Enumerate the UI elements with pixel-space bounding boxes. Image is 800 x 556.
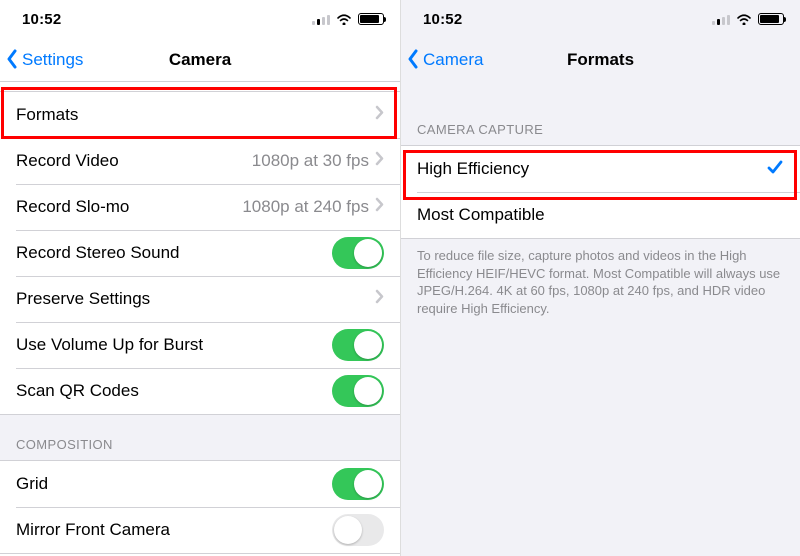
record-stereo-row[interactable]: Record Stereo Sound	[0, 230, 400, 276]
cellular-signal-icon	[312, 13, 330, 25]
status-indicators	[312, 13, 384, 25]
row-label: Preserve Settings	[16, 289, 150, 309]
nav-bar: Camera Formats	[401, 38, 800, 82]
grid-toggle[interactable]	[332, 468, 384, 500]
volume-burst-row[interactable]: Use Volume Up for Burst	[0, 322, 400, 368]
grid-row[interactable]: Grid	[0, 461, 400, 507]
status-time: 10:52	[423, 11, 462, 28]
row-label: Record Slo-mo	[16, 197, 129, 217]
camera-settings-group: Formats Record Video 1080p at 30 fps Rec…	[0, 91, 400, 415]
cellular-signal-icon	[712, 13, 730, 25]
high-efficiency-row[interactable]: High Efficiency	[401, 146, 800, 192]
formats-footer-text: To reduce file size, capture photos and …	[401, 239, 800, 333]
nav-bar: Settings Camera	[0, 38, 400, 82]
most-compatible-row[interactable]: Most Compatible	[401, 192, 800, 238]
formats-options-group: High Efficiency Most Compatible	[401, 145, 800, 239]
composition-header: Composition	[0, 415, 400, 460]
row-label: Formats	[16, 105, 78, 125]
status-indicators	[712, 13, 784, 25]
row-label: Grid	[16, 474, 48, 494]
row-detail: 1080p at 30 fps	[252, 151, 369, 171]
status-time: 10:52	[22, 11, 61, 28]
status-bar: 10:52	[401, 0, 800, 38]
chevron-right-icon	[375, 151, 384, 171]
wifi-icon	[736, 13, 752, 25]
stereo-toggle[interactable]	[332, 237, 384, 269]
mirror-front-row[interactable]: Mirror Front Camera	[0, 507, 400, 553]
mirror-toggle[interactable]	[332, 514, 384, 546]
preserve-settings-row[interactable]: Preserve Settings	[0, 276, 400, 322]
row-label: Record Stereo Sound	[16, 243, 180, 263]
chevron-right-icon	[375, 105, 384, 125]
wifi-icon	[336, 13, 352, 25]
chevron-right-icon	[375, 197, 384, 217]
row-label: Mirror Front Camera	[16, 520, 170, 540]
back-label: Settings	[22, 50, 83, 70]
row-label: Record Video	[16, 151, 119, 171]
back-button[interactable]: Camera	[407, 38, 483, 82]
row-detail: 1080p at 240 fps	[242, 197, 369, 217]
record-video-row[interactable]: Record Video 1080p at 30 fps	[0, 138, 400, 184]
scan-qr-row[interactable]: Scan QR Codes	[0, 368, 400, 414]
volume-burst-toggle[interactable]	[332, 329, 384, 361]
checkmark-icon	[766, 158, 784, 181]
chevron-left-icon	[6, 49, 20, 71]
back-button[interactable]: Settings	[6, 38, 83, 82]
formats-pane: 10:52 Camera Formats Camera Capture High…	[400, 0, 800, 556]
page-title: Formats	[567, 50, 634, 70]
battery-icon	[358, 13, 384, 25]
row-label: Most Compatible	[417, 205, 545, 225]
row-label: High Efficiency	[417, 159, 529, 179]
back-label: Camera	[423, 50, 483, 70]
row-label: Use Volume Up for Burst	[16, 335, 203, 355]
row-label: Scan QR Codes	[16, 381, 139, 401]
qr-toggle[interactable]	[332, 375, 384, 407]
camera-settings-pane: 10:52 Settings Camera Formats Record Vid…	[0, 0, 400, 556]
page-title: Camera	[169, 50, 231, 70]
status-bar: 10:52	[0, 0, 400, 38]
formats-row[interactable]: Formats	[0, 92, 400, 138]
camera-capture-header: Camera Capture	[401, 82, 800, 145]
record-slomo-row[interactable]: Record Slo-mo 1080p at 240 fps	[0, 184, 400, 230]
chevron-left-icon	[407, 49, 421, 71]
battery-icon	[758, 13, 784, 25]
composition-group: Grid Mirror Front Camera	[0, 460, 400, 554]
chevron-right-icon	[375, 289, 384, 309]
